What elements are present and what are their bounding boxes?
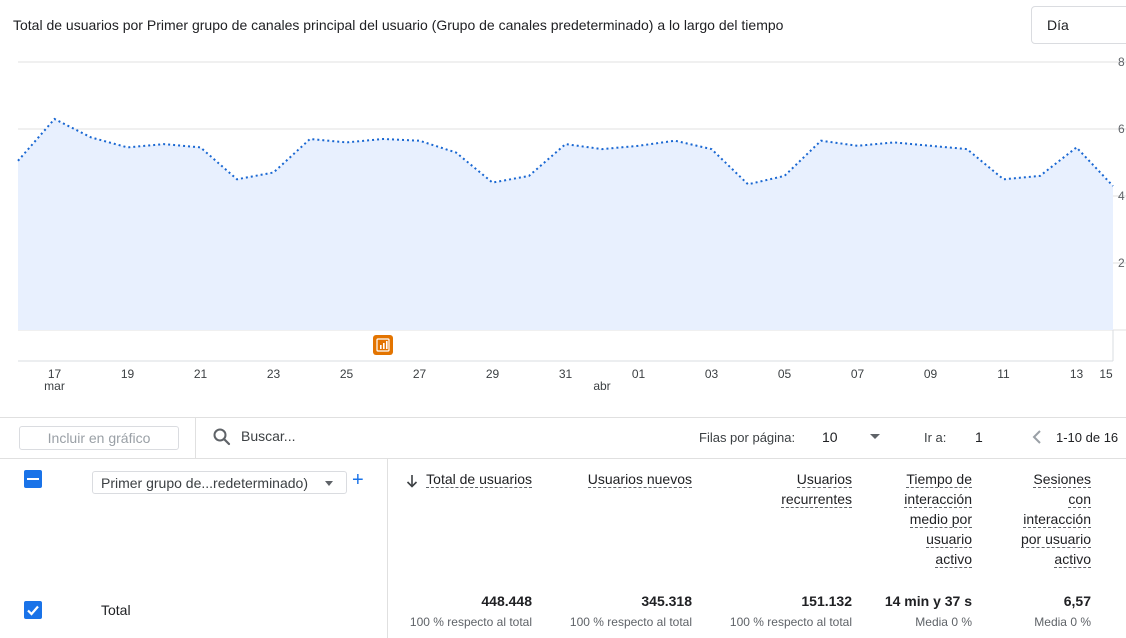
chart-area-fill [18,119,1113,330]
column-header-new-users[interactable]: Usuarios nuevos [587,469,692,489]
total-users-value: 448.448 [481,593,532,609]
returning-users-sub: 100 % respecto al total [729,615,852,629]
engagement-time-value: 14 min y 37 s [884,593,972,609]
rows-per-page-label: Filas por página: [699,430,796,445]
new-users-value: 345.318 [641,593,692,609]
x-tick-label: 19 [121,367,135,381]
rows-per-page-select[interactable]: 10 [822,429,838,445]
x-tick-label: 11 [997,367,1010,381]
x-tick-label: 05 [778,367,792,381]
dimension-select[interactable]: Primer grupo de...redeterminado) [92,471,347,494]
new-users-sub: 100 % respecto al total [569,615,692,629]
select-all-checkbox[interactable] [24,470,42,488]
search-icon [213,428,231,446]
period-select[interactable]: Día [1031,6,1126,44]
x-tick-label: 13 [1070,367,1084,381]
chevron-down-icon [325,481,333,486]
total-row-checkbox[interactable] [24,601,42,619]
divider [0,458,1126,459]
x-tick-label: 23 [267,367,281,381]
total-row-label: Total [101,602,131,618]
chevron-left-icon[interactable] [1030,429,1044,445]
divider [387,459,388,638]
x-tick-label: 25 [340,367,354,381]
divider [195,418,196,458]
x-tick-label: 27 [413,367,427,381]
divider [0,417,1126,418]
column-header-returning-users[interactable]: Usuarios recurrentes [781,469,852,509]
y-tick-label: 6 [1118,122,1125,136]
period-select-value: Día [1047,17,1069,33]
x-tick-label: 29 [486,367,500,381]
chevron-down-icon[interactable] [870,434,880,439]
add-dimension-icon[interactable]: + [352,470,364,490]
y-tick-label: 2 [1118,256,1125,270]
column-header-total-users[interactable]: Total de usuarios [426,469,532,489]
sort-arrow-down-icon[interactable] [405,473,419,489]
engaged-sessions-sub: Media 0 % [1034,615,1091,629]
search-input[interactable] [241,428,441,444]
engagement-time-sub: Media 0 % [915,615,972,629]
x-tick-label: 09 [924,367,938,381]
include-in-chart-button[interactable]: Incluir en gráfico [19,426,179,450]
y-tick-label: 8 [1118,55,1125,69]
x-tick-label: 21 [194,367,208,381]
line-chart: 8642 17 19 21 23 25 27 29 31 01 03 05 07 09 11 13 15mar… [17,55,1126,393]
x-month-label: mar [44,379,65,393]
y-tick-label: 4 [1118,189,1125,203]
total-users-sub: 100 % respecto al total [409,615,532,629]
engaged-sessions-value: 6,57 [1063,593,1091,609]
goto-label: Ir a: [924,430,947,445]
returning-users-value: 151.132 [801,593,852,609]
column-header-engaged-sessions[interactable]: Sesiones con interacción por usuario act… [1020,469,1091,569]
pagination-range: 1-10 de 16 [1056,430,1119,445]
dimension-select-label: Primer grupo de...redeterminado) [101,475,308,491]
x-tick-label: 07 [851,367,865,381]
chart-title: Total de usuarios por Primer grupo de ca… [13,17,784,33]
annotation-icon[interactable] [373,335,393,355]
checkmark-icon [27,605,39,616]
goto-page-input[interactable]: 1 [975,429,983,445]
column-header-engagement-time[interactable]: Tiempo de interacción medio por usuario … [904,469,972,569]
x-tick-label: 15 [1099,367,1113,381]
x-tick-label: 03 [705,367,719,381]
x-month-label: abr [593,379,610,393]
x-tick-label: 01 [632,367,646,381]
x-tick-label: 31 [559,367,573,381]
